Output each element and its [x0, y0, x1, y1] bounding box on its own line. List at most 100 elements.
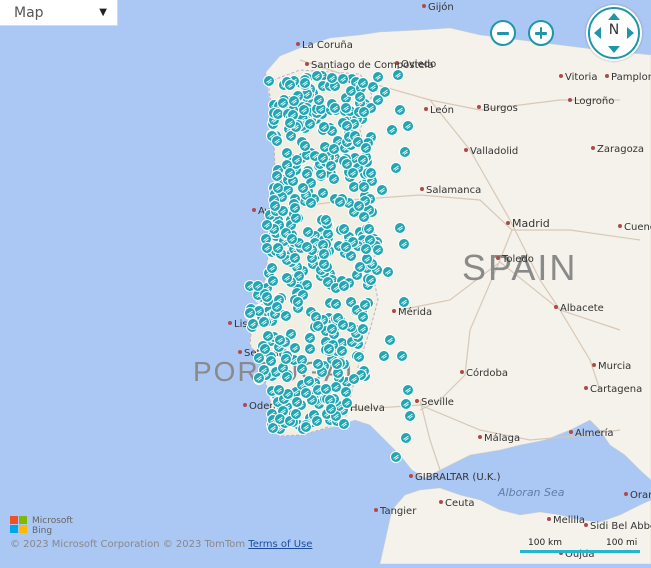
location-pin[interactable] [372, 94, 384, 106]
location-pin[interactable] [299, 140, 311, 152]
location-pin[interactable] [357, 154, 369, 166]
location-pin[interactable] [261, 291, 273, 303]
location-pin[interactable] [325, 403, 337, 415]
location-pin[interactable] [326, 72, 338, 84]
location-pin[interactable] [392, 69, 404, 81]
location-pin[interactable] [253, 372, 265, 384]
location-pin[interactable] [271, 135, 283, 147]
location-pin[interactable] [399, 146, 411, 158]
location-pin[interactable] [365, 167, 377, 179]
location-pin[interactable] [365, 274, 377, 286]
location-pin[interactable] [280, 310, 292, 322]
location-pin[interactable] [376, 184, 388, 196]
location-pin[interactable] [328, 173, 340, 185]
location-pin[interactable] [337, 319, 349, 331]
location-pin[interactable] [330, 298, 342, 310]
location-pin[interactable] [384, 334, 396, 346]
location-pin[interactable] [322, 228, 334, 240]
location-pin[interactable] [289, 342, 301, 354]
location-pin[interactable] [378, 350, 390, 362]
location-pin[interactable] [340, 102, 352, 114]
location-pin[interactable] [266, 262, 278, 274]
location-pin[interactable] [304, 343, 316, 355]
location-pin[interactable] [303, 375, 315, 387]
location-pin[interactable] [271, 170, 283, 182]
location-pin[interactable] [320, 383, 332, 395]
location-pin[interactable] [299, 77, 311, 89]
location-pin[interactable] [277, 97, 289, 109]
zoom-in-button[interactable] [528, 20, 554, 46]
location-pin[interactable] [348, 181, 360, 193]
location-pin[interactable] [404, 410, 416, 422]
location-pin[interactable] [284, 167, 296, 179]
location-pin[interactable] [341, 120, 353, 132]
location-pin[interactable] [400, 398, 412, 410]
map-canvas[interactable]: SPAIN PORTUGAL Alboran Sea GijónOviedoVi… [0, 0, 651, 565]
location-pin[interactable] [281, 272, 293, 284]
location-pin[interactable] [286, 233, 298, 245]
location-pin[interactable] [398, 296, 410, 308]
location-pin[interactable] [357, 77, 369, 89]
location-pin[interactable] [317, 187, 329, 199]
location-pin[interactable] [312, 320, 324, 332]
location-pin[interactable] [280, 353, 292, 365]
location-pin[interactable] [258, 316, 270, 328]
location-pin[interactable] [315, 168, 327, 180]
location-pin[interactable] [311, 415, 323, 427]
location-pin[interactable] [269, 200, 281, 212]
location-pin[interactable] [329, 102, 341, 114]
location-pin[interactable] [341, 397, 353, 409]
location-pin[interactable] [267, 275, 279, 287]
location-pin[interactable] [244, 307, 256, 319]
location-pin[interactable] [353, 351, 365, 363]
location-pin[interactable] [372, 71, 384, 83]
location-pin[interactable] [367, 81, 379, 93]
location-pin[interactable] [394, 222, 406, 234]
location-pin[interactable] [334, 196, 346, 208]
location-pin[interactable] [300, 421, 312, 433]
location-pin[interactable] [347, 167, 359, 179]
location-pin[interactable] [284, 79, 296, 91]
location-pin[interactable] [396, 350, 408, 362]
location-pin[interactable] [252, 280, 264, 292]
location-pin[interactable] [281, 371, 293, 383]
location-pin[interactable] [363, 223, 375, 235]
location-pin[interactable] [340, 241, 352, 253]
location-pin[interactable] [272, 182, 284, 194]
location-pin[interactable] [394, 104, 406, 116]
location-pin[interactable] [402, 120, 414, 132]
location-pin[interactable] [313, 94, 325, 106]
location-pin[interactable] [402, 384, 414, 396]
location-pin[interactable] [338, 280, 350, 292]
map-style-dropdown[interactable]: Map ▼ [0, 0, 118, 26]
location-pin[interactable] [353, 200, 365, 212]
location-pin[interactable] [360, 243, 372, 255]
location-pin[interactable] [318, 258, 330, 270]
location-pin[interactable] [400, 432, 412, 444]
location-pin[interactable] [291, 154, 303, 166]
location-pin[interactable] [390, 451, 402, 463]
location-pin[interactable] [331, 358, 343, 370]
location-pin[interactable] [358, 106, 370, 118]
location-pin[interactable] [305, 197, 317, 209]
location-pin[interactable] [318, 121, 330, 133]
location-pin[interactable] [382, 266, 394, 278]
location-pin[interactable] [261, 242, 273, 254]
location-pin[interactable] [386, 124, 398, 136]
location-pin[interactable] [372, 244, 384, 256]
location-pin[interactable] [338, 223, 350, 235]
map-view[interactable]: SPAIN PORTUGAL Alboran Sea GijónOviedoVi… [0, 0, 651, 565]
location-pin[interactable] [253, 352, 265, 364]
location-pin[interactable] [247, 318, 259, 330]
location-pin[interactable] [330, 381, 342, 393]
location-pin[interactable] [298, 104, 310, 116]
location-pin[interactable] [311, 70, 323, 82]
location-pin[interactable] [300, 387, 312, 399]
location-pin[interactable] [359, 299, 371, 311]
location-pin[interactable] [390, 162, 402, 174]
location-pin[interactable] [357, 311, 369, 323]
location-pin[interactable] [289, 252, 301, 264]
location-pin[interactable] [337, 73, 349, 85]
location-pin[interactable] [358, 211, 370, 223]
location-pin[interactable] [288, 95, 300, 107]
